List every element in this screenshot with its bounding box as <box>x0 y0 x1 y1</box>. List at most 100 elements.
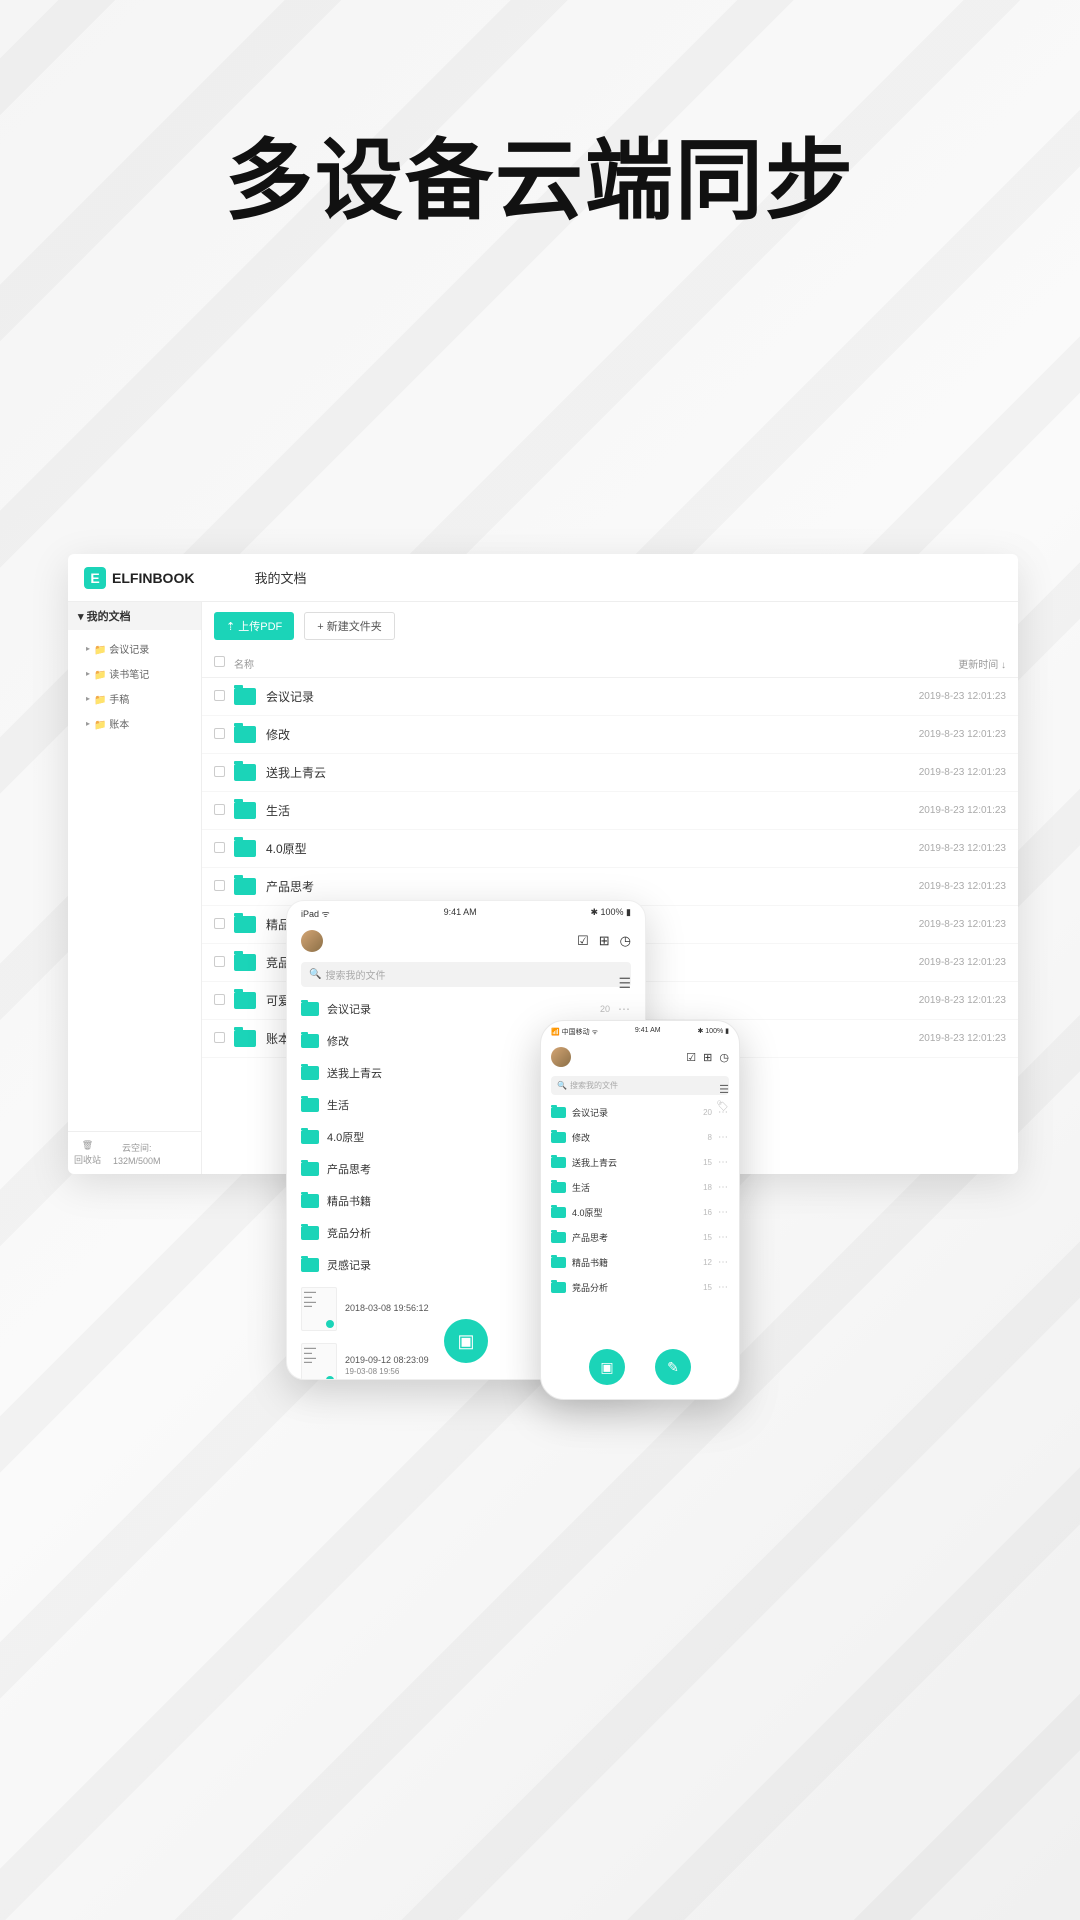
clock-icon[interactable]: ◷ <box>620 933 631 949</box>
item-count: 20 <box>600 1004 610 1014</box>
desktop-header: E ELFINBOOK 我的文档 <box>68 554 1018 602</box>
more-icon[interactable]: ⋯ <box>718 1132 729 1143</box>
sidebar-tree-item[interactable]: 📁 会议记录 <box>68 636 201 661</box>
list-item[interactable]: 生活18⋯ <box>551 1175 729 1200</box>
folder-icon <box>301 1194 319 1208</box>
select-all-checkbox[interactable] <box>214 656 225 667</box>
menu-icon[interactable]: ☰ <box>618 975 631 992</box>
row-checkbox[interactable] <box>214 956 225 967</box>
folder-icon <box>234 1030 256 1047</box>
clock-icon[interactable]: ◷ <box>719 1051 729 1064</box>
list-item[interactable]: 精品书籍 12 ⋯ <box>551 1250 729 1275</box>
folder-icon <box>301 1066 319 1080</box>
item-name: 4.0原型 <box>572 1206 697 1219</box>
row-checkbox[interactable] <box>214 842 225 853</box>
check-icon[interactable]: ☑ <box>686 1051 696 1064</box>
avatar[interactable] <box>301 930 323 952</box>
item-name: 精品书籍 <box>572 1256 697 1269</box>
folder-icon <box>301 1130 319 1144</box>
sidebar-tree-item[interactable]: 📁 手稿 <box>68 686 201 711</box>
more-icon[interactable]: ⋯ <box>718 1182 729 1193</box>
desktop-sidebar: ▾ 我的文档 📁 会议记录📁 读书笔记📁 手稿📁 账本 🗑 回收站 云空间: 1… <box>68 602 202 1174</box>
headline: 多设备云端同步 <box>0 110 1080 237</box>
more-icon[interactable]: ⋯ <box>718 1157 729 1168</box>
upload-pdf-button[interactable]: ⇡ 上传PDF <box>214 612 294 640</box>
list-item[interactable]: 修改8⋯ <box>551 1125 729 1150</box>
camera-icon: ▣ <box>600 1359 613 1376</box>
camera-icon: ▣ <box>457 1331 474 1352</box>
search-icon: 🔍 <box>309 969 321 980</box>
row-time: 2019-8-23 12:01:23 <box>866 995 1006 1006</box>
item-count: 15 <box>703 1158 712 1167</box>
row-checkbox[interactable] <box>214 1032 225 1043</box>
folder-icon <box>234 764 256 781</box>
camera-fab[interactable]: ▣ <box>444 1319 488 1363</box>
table-row[interactable]: 会议记录2019-8-23 12:01:23 <box>202 678 1018 716</box>
item-name: 竞品分析 <box>572 1281 697 1294</box>
item-count: 15 <box>703 1283 712 1292</box>
folder-icon <box>551 1157 566 1168</box>
row-checkbox[interactable] <box>214 690 225 701</box>
desktop-toolbar: ⇡ 上传PDF + 新建文件夹 <box>202 602 1018 650</box>
more-icon[interactable]: ⋯ <box>718 1282 729 1293</box>
more-icon[interactable]: ⋯ <box>718 1207 729 1218</box>
list-item[interactable]: 送我上青云 15 ⋯ <box>551 1150 729 1175</box>
row-checkbox[interactable] <box>214 918 225 929</box>
folder-icon <box>301 1034 319 1048</box>
add-icon[interactable]: ⊞ <box>599 933 610 949</box>
check-icon[interactable]: ☑ <box>577 933 589 949</box>
table-row[interactable]: 生活2019-8-23 12:01:23 <box>202 792 1018 830</box>
folder-icon <box>234 878 256 895</box>
folder-icon <box>301 1002 319 1016</box>
table-row[interactable]: 修改2019-8-23 12:01:23 <box>202 716 1018 754</box>
folder-icon <box>234 840 256 857</box>
avatar[interactable] <box>551 1047 571 1067</box>
col-name[interactable]: 名称 <box>234 656 866 671</box>
item-name: 会议记录 <box>327 1001 592 1017</box>
tag-icon[interactable]: 🏷 <box>716 1101 729 1112</box>
edit-fab[interactable]: ✎ <box>655 1349 691 1385</box>
row-time: 2019-8-23 12:01:23 <box>866 843 1006 854</box>
folder-icon <box>551 1132 566 1143</box>
sidebar-root[interactable]: ▾ 我的文档 <box>68 602 201 630</box>
item-count: 20 <box>703 1108 712 1117</box>
menu-icon[interactable]: ☰ <box>719 1083 729 1096</box>
trash-icon: 🗑 <box>82 1140 93 1151</box>
row-checkbox[interactable] <box>214 880 225 891</box>
row-time: 2019-8-23 12:01:23 <box>866 919 1006 930</box>
row-time: 2019-8-23 12:01:23 <box>866 881 1006 892</box>
row-time: 2019-8-23 12:01:23 <box>866 767 1006 778</box>
list-item[interactable]: 产品思考15⋯ <box>551 1225 729 1250</box>
more-icon[interactable]: ⋯ <box>718 1257 729 1268</box>
folder-icon <box>551 1257 566 1268</box>
table-row[interactable]: 送我上青云2019-8-23 12:01:23 <box>202 754 1018 792</box>
list-item[interactable]: 会议记录20⋯ <box>551 1100 729 1125</box>
phone-search-input[interactable]: 🔍 搜索我的文件 <box>551 1076 729 1095</box>
new-folder-button[interactable]: + 新建文件夹 <box>304 612 394 640</box>
item-name: 会议记录 <box>572 1106 697 1119</box>
col-time[interactable]: 更新时间 ↓ <box>866 656 1006 671</box>
more-icon[interactable]: ⋯ <box>618 1002 631 1016</box>
sidebar-tree-item[interactable]: 📁 账本 <box>68 711 201 736</box>
table-row[interactable]: 4.0原型2019-8-23 12:01:23 <box>202 830 1018 868</box>
table-header: 名称 更新时间 ↓ <box>202 650 1018 678</box>
camera-fab[interactable]: ▣ <box>589 1349 625 1385</box>
row-name: 修改 <box>266 726 290 743</box>
row-checkbox[interactable] <box>214 766 225 777</box>
more-icon[interactable]: ⋯ <box>718 1232 729 1243</box>
sidebar-tree-item[interactable]: 📁 读书笔记 <box>68 661 201 686</box>
tablet-search-input[interactable]: 🔍 搜索我的文件 <box>301 962 631 987</box>
row-time: 2019-8-23 12:01:23 <box>866 957 1006 968</box>
item-count: 12 <box>703 1258 712 1267</box>
list-item[interactable]: 4.0原型16⋯ <box>551 1200 729 1225</box>
trash-link[interactable]: 🗑 回收站 <box>74 1140 101 1166</box>
row-checkbox[interactable] <box>214 728 225 739</box>
item-name: 送我上青云 <box>572 1156 697 1169</box>
list-item[interactable]: 竞品分析 15 ⋯ <box>551 1275 729 1300</box>
add-icon[interactable]: ⊞ <box>703 1051 712 1064</box>
row-time: 2019-8-23 12:01:23 <box>866 691 1006 702</box>
row-checkbox[interactable] <box>214 994 225 1005</box>
folder-icon <box>551 1107 566 1118</box>
folder-icon <box>234 726 256 743</box>
row-checkbox[interactable] <box>214 804 225 815</box>
